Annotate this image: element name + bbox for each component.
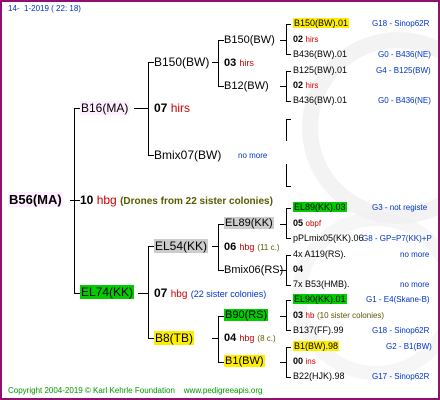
queen-mating-el54: 06 hbg (11 c.) <box>224 241 280 253</box>
connector <box>138 293 148 294</box>
ancestor-label[interactable]: EL90(KK).01 <box>293 294 347 304</box>
queen-mating-gen1: 10 hbg (Drones from 22 sister colonies) <box>80 193 273 207</box>
ancestor-lineage: G3 - not registe <box>372 203 428 212</box>
ancestor-lineage: G2 - B1(BW) <box>386 342 432 351</box>
connector <box>286 119 291 120</box>
queen-bmix06[interactable]: Bmix06(RS) <box>224 264 283 276</box>
connector <box>148 62 149 156</box>
ancestor-label[interactable]: 4x A119(RS). <box>293 249 346 259</box>
connector <box>286 24 291 25</box>
connector <box>280 316 286 317</box>
queen-el74[interactable]: EL74(KK) <box>80 285 135 299</box>
ancestor-label[interactable]: B436(BW).01 <box>293 95 347 105</box>
ancestor-label[interactable]: B1(BW).98 <box>293 341 340 351</box>
connector <box>280 86 286 87</box>
connector <box>286 300 291 301</box>
ancestor-lineage: G18 - Sinop62R <box>372 19 430 28</box>
connector <box>286 101 291 102</box>
ancestor-lineage: no more <box>400 280 430 289</box>
queen-mating-b150: 03 hirs <box>224 57 254 69</box>
ancestor-lineage: G4 - B125(BW) <box>376 66 431 75</box>
ancestor-lineage: no more <box>400 250 430 259</box>
connector <box>286 238 291 239</box>
connector <box>286 54 291 55</box>
root-queen[interactable]: B56(MA) <box>8 192 63 207</box>
connector <box>280 224 286 225</box>
ancestor-lineage: G0 - B436(NE) <box>378 96 431 105</box>
ancestor-lineage: G1 - E4(Skane-B) <box>366 295 430 304</box>
connector <box>286 347 291 348</box>
connector <box>286 347 287 378</box>
ancestor-mating: 02 hirs <box>293 80 319 90</box>
connector <box>280 362 286 363</box>
connector <box>286 119 287 141</box>
ancestor-label[interactable]: B22(HJK).98 <box>293 371 345 381</box>
ancestor-mating: 05 obpf <box>293 218 322 228</box>
connector <box>280 270 286 271</box>
ancestor-lineage: G18 - Sinop62R <box>372 326 430 335</box>
connector <box>218 224 219 271</box>
ancestor-lineage: G17 - Sinop62R <box>372 372 430 381</box>
connector <box>286 255 287 286</box>
connector <box>286 71 287 102</box>
queen-b90[interactable]: B90(RS) <box>224 309 269 321</box>
ancestor-mating: 00 ins <box>293 356 316 366</box>
connector <box>218 40 219 87</box>
connector <box>286 330 291 331</box>
ancestor-label[interactable]: B137(FF).99 <box>293 325 344 335</box>
ancestor-mating: 04 <box>293 264 304 274</box>
connector <box>286 164 287 186</box>
ancestor-label[interactable]: pPLmix05(KK).06 <box>293 233 364 243</box>
connector <box>286 208 291 209</box>
footer-site-link[interactable]: www.pedigreeapis.org <box>184 386 263 395</box>
queen-bmix07[interactable]: Bmix07(BW) <box>154 148 221 162</box>
queen-b12[interactable]: B12(BW) <box>224 80 269 92</box>
connector <box>286 377 291 378</box>
connector <box>286 186 291 187</box>
watermark-logo <box>302 32 438 224</box>
queen-el54[interactable]: EL54(KK) <box>154 239 209 253</box>
connector <box>286 24 287 55</box>
ancestor-label[interactable]: 7x B53(HMB). <box>293 279 350 289</box>
no-more-note: no more <box>238 151 268 160</box>
queen-mating-b16: 07 hirs <box>154 101 191 115</box>
header-version: 14- 1-2019 ( 22: 18) <box>8 4 81 13</box>
connector <box>286 285 291 286</box>
connector <box>218 316 219 363</box>
queen-b16[interactable]: B16(MA) <box>80 101 130 115</box>
connector <box>74 108 75 294</box>
ancestor-label[interactable]: B150(BW).01 <box>293 18 350 28</box>
queen-b150-sire[interactable]: B150(BW) <box>224 34 275 46</box>
queen-b150[interactable]: B150(BW) <box>154 55 209 69</box>
ancestor-lineage: G8 - GP=P7(KK)+P <box>362 234 432 243</box>
connector <box>280 40 286 41</box>
queen-b8[interactable]: B8(TB) <box>154 331 195 345</box>
connector <box>134 108 148 109</box>
queen-el89[interactable]: EL89(KK) <box>224 217 274 229</box>
connector <box>286 255 291 256</box>
ancestor-label[interactable]: B436(BW).01 <box>293 49 347 59</box>
ancestor-label[interactable]: B125(BW).01 <box>293 65 347 75</box>
connector <box>70 200 80 201</box>
footer-copyright: Copyright 2004-2019 © Karl Kehrle Founda… <box>8 386 263 395</box>
ancestor-label[interactable]: EL89(KK).03 <box>293 202 347 212</box>
ancestor-mating: 03 hb (10 sister colonies) <box>293 310 385 320</box>
connector <box>148 246 149 339</box>
ancestor-mating: 02 hirs <box>293 34 319 44</box>
connector <box>286 300 287 331</box>
queen-b1[interactable]: B1(BW) <box>224 355 265 367</box>
connector <box>286 71 291 72</box>
ancestor-lineage: G0 - B436(NE) <box>378 50 431 59</box>
queen-mating-el74: 07 hbg (22 sister colonies) <box>154 286 267 300</box>
connector <box>286 208 287 239</box>
pedigree-chart: 14- 1-2019 ( 22: 18) B56(MA) B16(MA) 10 … <box>0 0 440 400</box>
queen-mating-b8: 04 hbg (8 c.) <box>224 332 276 344</box>
